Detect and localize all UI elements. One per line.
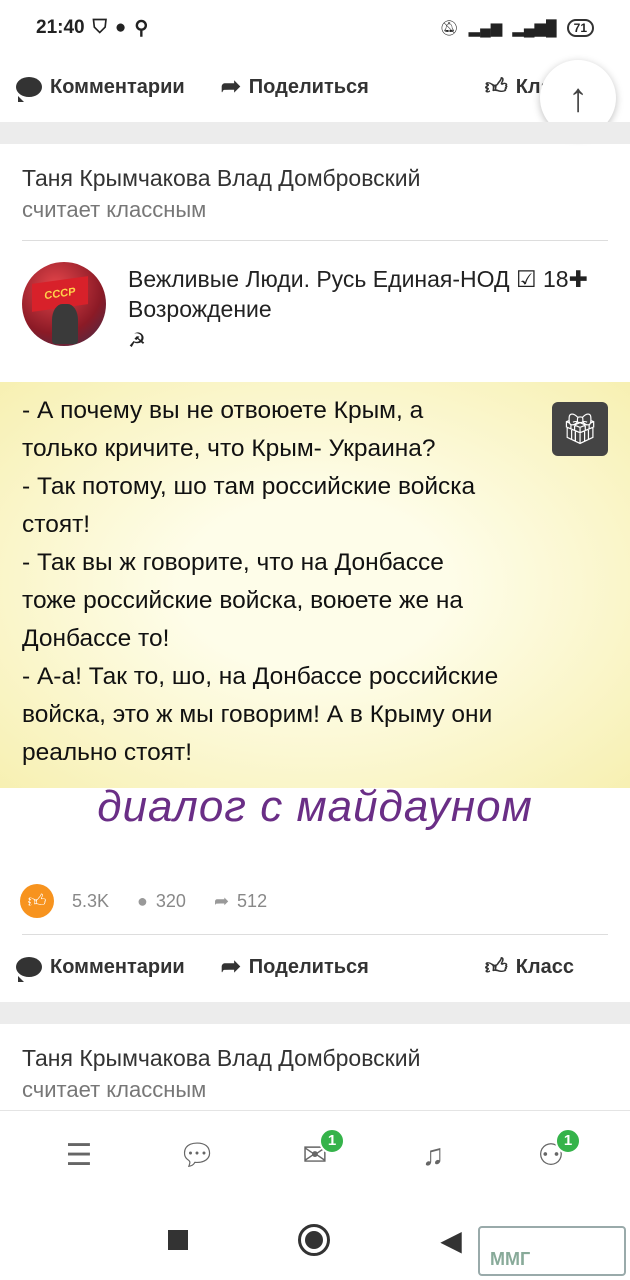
divider — [22, 240, 608, 241]
meme-line: только кричите, что Крым- Украина? — [22, 435, 436, 462]
comments-button[interactable]: Комментарии — [16, 955, 185, 982]
watermark-logo: ММГ — [478, 1226, 626, 1276]
meme-line: реально стоят! — [22, 739, 193, 766]
tab-chats[interactable]: 💬︎ — [167, 1126, 227, 1186]
post-actions-top: Комментарии ➦ Поделиться 👍︎ Класс — [0, 56, 630, 118]
post-caption: диалог с майдауном — [97, 782, 533, 831]
reaction-users: Таня Крымчакова Влад Домбровский — [22, 1045, 421, 1071]
music-note-icon: ♫ — [421, 1138, 445, 1172]
meme-line: - А почему вы не отвоюете Крым, а — [22, 397, 424, 424]
shares-value: 512 — [237, 890, 268, 911]
meme-line: стоят! — [22, 511, 91, 538]
mute-icon: 🔕︎ — [439, 20, 459, 37]
comments-value: 320 — [155, 890, 186, 911]
like-icon: 👍︎ — [20, 884, 54, 918]
feed-reaction[interactable]: Таня Крымчакова Влад Домбровский считает… — [22, 162, 420, 226]
feed-reaction[interactable]: Таня Крымчакова Влад Домбровский считает… — [22, 1042, 420, 1106]
klass-button[interactable]: 👍︎ Класс — [485, 956, 574, 979]
share-arrow-icon: ➦ — [213, 890, 230, 911]
comments-label: Комментарии — [50, 955, 185, 978]
gift-icon: 🎁︎ — [560, 412, 600, 446]
tab-music[interactable]: ♫ — [403, 1126, 463, 1186]
feed-icon: ☰ — [65, 1139, 93, 1172]
back-triangle-icon: ◀ — [440, 1224, 462, 1256]
post-stats: 👍︎ 5.3K ● 320 ➦ 512 — [20, 884, 295, 918]
post-image-text: - А почему вы не отвоюете Крым, а только… — [22, 392, 622, 772]
discussions-badge: 1 — [555, 1127, 581, 1154]
share-button[interactable]: ➦ Поделиться — [221, 75, 369, 99]
comments-count[interactable]: ● 320 — [137, 891, 186, 912]
bottom-tab-bar: ☰ 💬︎ ✉ 1 ♫ ⚇ 1 — [0, 1110, 630, 1200]
share-label: Поделиться — [248, 955, 369, 978]
share-label: Поделиться — [248, 75, 369, 98]
home-button[interactable] — [298, 1224, 331, 1256]
tab-discussions[interactable]: ⚇ 1 — [521, 1126, 581, 1186]
tab-feed[interactable]: ☰ — [49, 1126, 109, 1186]
feed-separator — [0, 122, 630, 144]
shield-icon: ⛉ — [92, 17, 107, 38]
thumbs-up-icon: 👍︎ — [484, 954, 508, 979]
soldier-image — [52, 304, 78, 344]
group-name-link[interactable]: Вежливые Люди. Русь Единая-НОД ☑ 18✚ Воз… — [128, 264, 598, 356]
shares-count[interactable]: ➦ 512 — [214, 891, 267, 912]
comments-button[interactable]: Комментарии — [16, 75, 185, 102]
thumbs-up-icon: 👍︎ — [484, 74, 508, 99]
reaction-users: Таня Крымчакова Влад Домбровский — [22, 165, 421, 191]
status-time: 21:40 — [36, 17, 85, 38]
ok-icon: ⚲ — [134, 17, 149, 39]
arrow-up-icon: ↑ — [568, 75, 588, 120]
share-button[interactable]: ➦ Поделиться — [221, 955, 369, 979]
post-actions-bottom: Комментарии ➦ Поделиться 👍︎ Класс — [0, 936, 630, 998]
messages-badge: 1 — [319, 1127, 345, 1154]
klass-label: Класс — [515, 955, 574, 978]
comment-icon — [16, 77, 42, 102]
status-bar: 21:40 ⛉ ● ⚲ 🔕︎ ▂▄▆ ▂▄▆█ 71 — [0, 0, 630, 56]
watermark-text: ММГ — [490, 1249, 531, 1269]
meme-line: тоже российские войска, воюете же на — [22, 587, 464, 614]
share-arrow-icon: ➦ — [220, 73, 241, 100]
signal-icon-2: ▂▄▆█ — [512, 20, 557, 37]
gift-button[interactable]: 🎁︎ — [552, 402, 608, 456]
likes-count[interactable]: 👍︎ 5.3K — [20, 884, 109, 918]
share-arrow-icon: ➦ — [220, 953, 241, 980]
feed-separator — [0, 1002, 630, 1024]
meme-line: - А-а! Так то, шо, на Донбассе российски… — [22, 663, 499, 690]
signal-icon: ▂▄▆ — [468, 20, 503, 37]
likes-value: 5.3K — [72, 890, 110, 911]
meme-line: войска, это ж мы говорим! А в Крыму они — [22, 701, 493, 728]
reaction-action: считает классным — [22, 1077, 207, 1102]
chats-icon: 💬︎ — [177, 1139, 217, 1172]
comments-label: Комментарии — [50, 75, 185, 98]
recents-button[interactable] — [168, 1230, 189, 1250]
meme-line: - Так вы ж говорите, что на Донбассе — [22, 549, 444, 576]
back-button[interactable]: ◀ — [440, 1224, 462, 1257]
comment-icon — [16, 957, 42, 982]
group-name: Вежливые Люди. Русь Единая-НОД ☑ 18✚ Воз… — [128, 266, 588, 322]
meme-line: Донбассе то! — [22, 625, 170, 652]
chat-icon: ● — [114, 17, 127, 38]
reaction-action: считает классным — [22, 197, 207, 222]
hammer-sickle-icon: ☭ — [128, 330, 146, 352]
battery-icon: 71 — [566, 19, 594, 37]
group-avatar[interactable]: СССР — [22, 262, 106, 346]
tab-messages[interactable]: ✉ 1 — [285, 1126, 345, 1186]
divider — [22, 934, 608, 935]
meme-line: - Так потому, шо там российские войска — [22, 473, 476, 500]
comment-icon: ● — [137, 890, 148, 911]
